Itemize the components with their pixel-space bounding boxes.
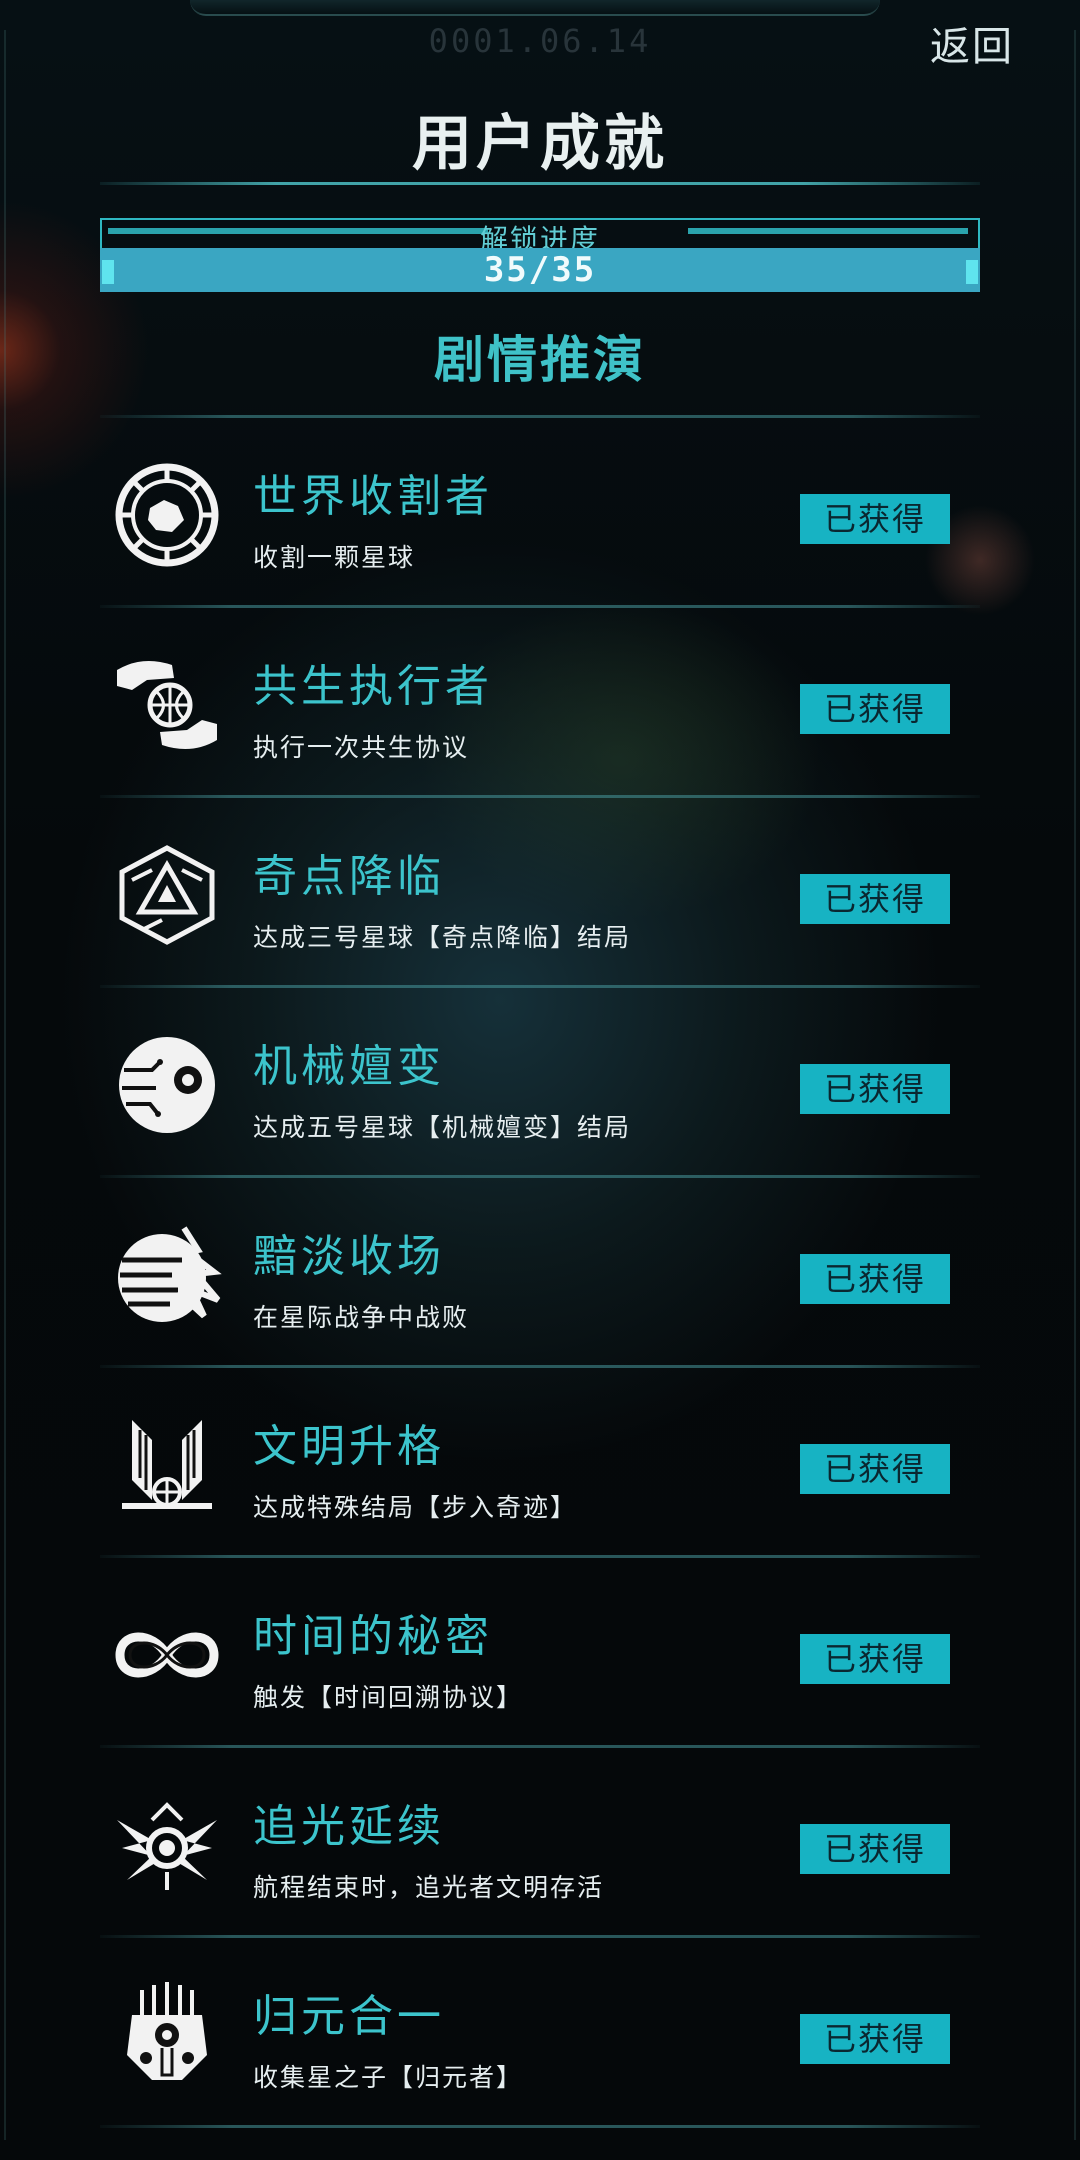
achievement-item[interactable]: 奇点降临达成三号星球【奇点降临】结局 已获得 <box>100 798 980 985</box>
unlock-progress: 解锁进度 35/35 <box>100 218 980 294</box>
page-title: 用户成就 <box>412 109 668 179</box>
achievement-name: 文明升格 <box>253 1421 445 1472</box>
title-divider <box>100 182 980 185</box>
infinity-icon <box>112 1600 222 1710</box>
top-frame-decoration <box>190 0 880 16</box>
obtained-badge: 已获得 <box>800 874 950 924</box>
achievement-description: 收割一颗星球 <box>253 543 416 572</box>
achievement-item[interactable]: 时间的秘密触发【时间回溯协议】 已获得 <box>100 1558 980 1745</box>
winged-emblem-icon <box>112 1410 222 1520</box>
section-title: 剧情推演 <box>434 331 646 389</box>
obtained-badge: 已获得 <box>800 494 950 544</box>
obtained-badge: 已获得 <box>800 1444 950 1494</box>
obtained-badge: 已获得 <box>800 684 950 734</box>
achievement-name: 追光延续 <box>253 1801 445 1852</box>
achievement-description: 达成三号星球【奇点降临】结局 <box>253 923 632 952</box>
achievement-item[interactable]: 归元合一收集星之子【归元者】 已获得 <box>100 1938 980 2125</box>
progress-count: 35/35 <box>483 250 597 290</box>
planet-harvest-icon <box>112 460 222 570</box>
achievement-item[interactable]: 黯淡收场在星际战争中战败 已获得 <box>100 1178 980 1365</box>
achievement-item[interactable]: 共生执行者执行一次共生协议 已获得 <box>100 608 980 795</box>
achievement-item[interactable]: 机械嬗变达成五号星球【机械嬗变】结局 已获得 <box>100 988 980 1175</box>
obtained-badge: 已获得 <box>800 1254 950 1304</box>
game-date: 0001.06.14 <box>428 22 652 60</box>
achievement-description: 达成五号星球【机械嬗变】结局 <box>253 1113 632 1142</box>
back-button[interactable]: 返回 <box>930 14 1014 72</box>
achievement-name: 共生执行者 <box>253 661 493 712</box>
shattered-planet-icon <box>112 1220 222 1330</box>
achievement-name: 世界收割者 <box>253 471 493 522</box>
achievement-description: 执行一次共生协议 <box>253 733 470 762</box>
achievement-item[interactable]: 追光延续航程结束时，追光者文明存活 已获得 <box>100 1748 980 1935</box>
achievement-description: 航程结束时，追光者文明存活 <box>253 1873 605 1902</box>
obtained-badge: 已获得 <box>800 2014 950 2064</box>
robot-mask-icon <box>112 1980 222 2090</box>
achievement-description: 触发【时间回溯协议】 <box>253 1683 524 1712</box>
list-divider <box>100 2125 980 2128</box>
achievement-description: 达成特殊结局【步入奇迹】 <box>253 1493 578 1522</box>
achievement-name: 时间的秘密 <box>253 1611 493 1662</box>
achievement-name: 黯淡收场 <box>253 1231 445 1282</box>
achievement-name: 机械嬗变 <box>253 1041 445 1092</box>
achievement-description: 在星际战争中战败 <box>253 1303 470 1332</box>
winged-orb-icon <box>112 1790 222 1900</box>
hands-globe-icon <box>112 650 222 760</box>
obtained-badge: 已获得 <box>800 1824 950 1874</box>
mechanical-eye-icon <box>112 1030 222 1140</box>
achievement-list: 世界收割者 收割一颗星球 已获得 共生执行者 执行一次共生协议 已获得 奇点降临 达成三号星球… <box>100 415 980 2128</box>
achievement-name: 归元合一 <box>253 1991 445 2042</box>
achievement-item[interactable]: 世界收割者收割一颗星球 已获得 <box>100 418 980 605</box>
triangle-emblem-icon <box>112 840 222 950</box>
achievement-item[interactable]: 文明升格达成特殊结局【步入奇迹】 已获得 <box>100 1368 980 1555</box>
obtained-badge: 已获得 <box>800 1634 950 1684</box>
obtained-badge: 已获得 <box>800 1064 950 1114</box>
achievement-name: 奇点降临 <box>253 851 445 902</box>
achievement-description: 收集星之子【归元者】 <box>253 2063 524 2092</box>
